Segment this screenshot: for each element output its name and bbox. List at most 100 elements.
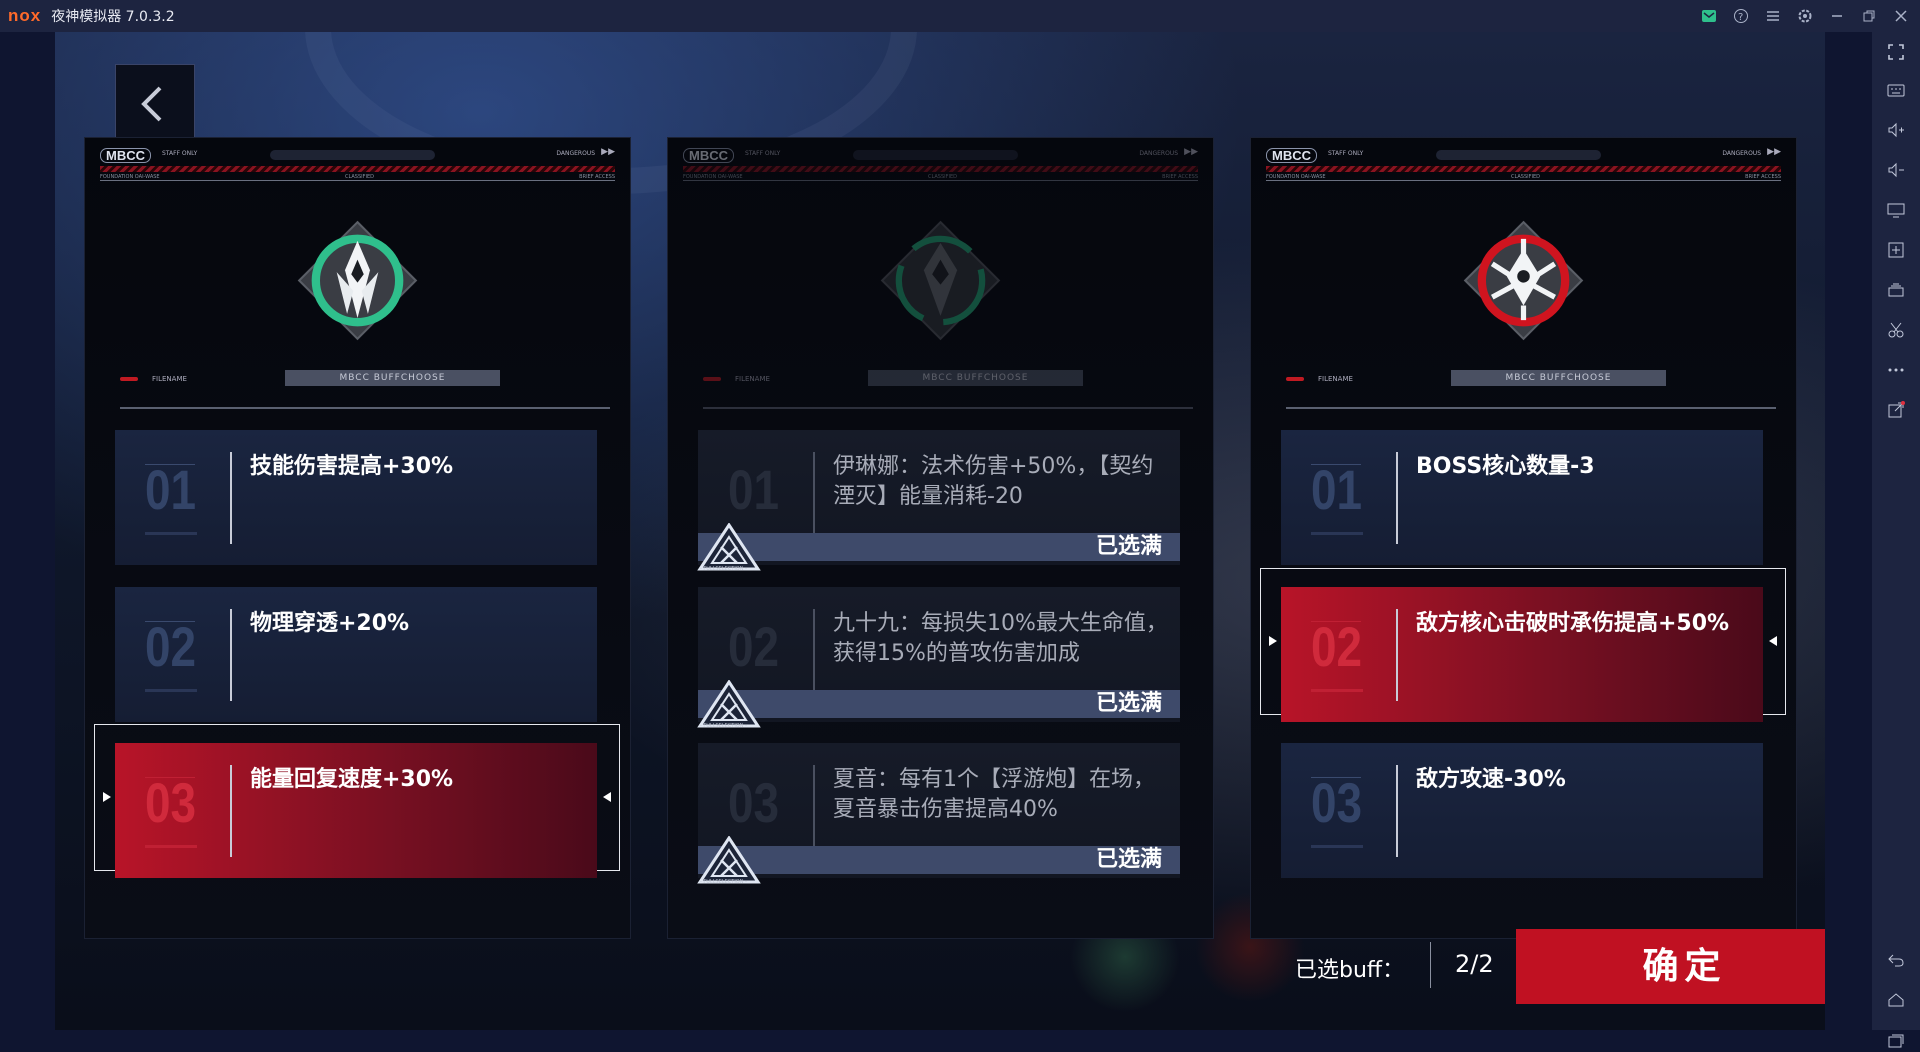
back-icon[interactable]: [1884, 948, 1908, 972]
full-caption: - FULLSELECTION -: [700, 566, 747, 572]
num-line: [1311, 532, 1363, 535]
option-divider: [1396, 609, 1398, 701]
option-number: 02: [145, 615, 197, 678]
red-dash: [120, 377, 138, 381]
selection-arrow-right-icon: [1269, 636, 1277, 646]
keyboard-icon[interactable]: [1884, 78, 1908, 102]
svg-text:?: ?: [1738, 12, 1743, 23]
red-dash: [1286, 377, 1304, 381]
full-label: 已选满: [1095, 847, 1162, 872]
option-number: 01: [145, 458, 197, 521]
mail-icon[interactable]: [1700, 7, 1718, 25]
selected-buff-count: 2/2: [1455, 950, 1494, 978]
full-label: 已选满: [1095, 691, 1162, 716]
selection-arrow-left-icon: [603, 792, 611, 802]
divider: [683, 180, 1198, 181]
option-number: 03: [728, 771, 780, 834]
divider: [1286, 407, 1776, 409]
num-line: [145, 689, 197, 692]
debuff-option-selected[interactable]: 02 敌方核心击破时承伤提高+50%: [1281, 587, 1763, 722]
option-divider: [230, 452, 232, 544]
num-line: [145, 845, 197, 848]
debuff-panel: MBCC STAFF ONLY DANGEROUS ▶▶ FOUNDATION …: [1251, 138, 1796, 938]
screenshot-icon[interactable]: [1884, 318, 1908, 342]
option-divider: [1396, 765, 1398, 857]
num-line: [145, 532, 197, 535]
menu-icon[interactable]: [1764, 7, 1782, 25]
volume-down-icon[interactable]: [1884, 158, 1908, 182]
multi-instance-icon[interactable]: [1884, 278, 1908, 302]
danger-tag: DANGEROUS: [556, 150, 595, 157]
panel-brand: MBCC: [683, 148, 734, 163]
panel-brand: MBCC: [1266, 148, 1317, 163]
option-divider: [230, 765, 232, 857]
danger-tag: DANGEROUS: [1722, 150, 1761, 157]
arrow-tag: ▶▶: [1767, 147, 1781, 157]
full-selection-bar: 已选满: [698, 533, 1180, 561]
buffchoose-label: MBCC BUFFCHOOSE: [285, 370, 500, 386]
option-text: 伊琳娜：法术伤害+50%，【契约湮灭】能量消耗-20: [833, 454, 1154, 509]
file-label: FILENAME: [735, 375, 770, 383]
option-text: 敌方攻速-30%: [1416, 767, 1566, 792]
green-buff-emblem-icon: [297, 220, 418, 341]
header-pill: [853, 150, 1018, 160]
panel-brand: MBCC: [100, 148, 151, 163]
option-divider: [1396, 452, 1398, 544]
buff-panel-full: MBCC STAFF ONLY DANGEROUS ▶▶ FOUNDATION …: [668, 138, 1213, 938]
option-number: 03: [145, 771, 197, 834]
settings-icon[interactable]: [1796, 7, 1814, 25]
staff-tag: STAFF ONLY: [1328, 150, 1364, 157]
staff-tag: STAFF ONLY: [745, 150, 781, 157]
restore-icon[interactable]: [1860, 7, 1878, 25]
buffchoose-label: MBCC BUFFCHOOSE: [868, 370, 1083, 386]
buff-option-disabled: 02 九十九：每损失10%最大生命值，获得15%的普攻伤害加成 已选满 - FU…: [697, 587, 1180, 729]
volume-up-icon[interactable]: [1884, 118, 1908, 142]
option-number: 02: [728, 615, 780, 678]
num-line: [1311, 689, 1363, 692]
home-icon[interactable]: [1884, 988, 1908, 1012]
share-icon[interactable]: [1884, 398, 1908, 422]
confirm-button[interactable]: 确定: [1516, 929, 1825, 1004]
emulator-sidebar: [1872, 32, 1920, 1048]
option-number: 01: [1311, 458, 1363, 521]
option-text: 敌方核心击破时承伤提高+50%: [1416, 611, 1730, 636]
debuff-option[interactable]: 03 敌方攻速-30%: [1281, 743, 1763, 878]
add-apk-icon[interactable]: [1884, 238, 1908, 262]
hazard-stripe: [1266, 166, 1781, 172]
screen-icon[interactable]: [1884, 198, 1908, 222]
selection-arrow-right-icon: [103, 792, 111, 802]
buff-option[interactable]: 01 技能伤害提高+30%: [115, 430, 597, 565]
divider: [703, 407, 1193, 409]
header-pill: [1436, 150, 1601, 160]
full-label: 已选满: [1095, 534, 1162, 559]
recent-apps-icon[interactable]: [1884, 1028, 1908, 1052]
buff-option[interactable]: 02 物理穿透+20%: [115, 587, 597, 722]
option-number: 03: [1311, 771, 1363, 834]
buff-option-selected[interactable]: 03 能量回复速度+30%: [115, 743, 597, 878]
debuff-option[interactable]: 01 BOSS核心数量-3: [1281, 430, 1763, 565]
arrow-tag: ▶▶: [1184, 147, 1198, 157]
option-text: 物理穿透+20%: [250, 611, 410, 636]
title-bar: nox 夜神模拟器 7.0.3.2 ?: [0, 0, 1920, 32]
option-divider: [813, 765, 815, 857]
minimize-icon[interactable]: [1828, 7, 1846, 25]
hazard-stripe: [100, 166, 615, 172]
option-text: 九十九：每损失10%最大生命值，获得15%的普攻伤害加成: [833, 611, 1168, 666]
back-button[interactable]: [115, 64, 195, 144]
close-icon[interactable]: [1892, 7, 1910, 25]
nox-logo: nox: [8, 6, 42, 25]
buff-panel: MBCC STAFF ONLY DANGEROUS ▶▶ FOUNDATION …: [85, 138, 630, 938]
option-divider: [230, 609, 232, 701]
game-viewport: MBCC STAFF ONLY DANGEROUS ▶▶ FOUNDATION …: [55, 32, 1825, 1030]
help-icon[interactable]: ?: [1732, 7, 1750, 25]
fullscreen-icon[interactable]: [1884, 40, 1908, 64]
num-line: [1311, 845, 1363, 848]
more-icon[interactable]: [1884, 358, 1908, 382]
option-text: 能量回复速度+30%: [250, 767, 454, 792]
buffchoose-label: MBCC BUFFCHOOSE: [1451, 370, 1666, 386]
red-debuff-emblem-icon: [1463, 220, 1584, 341]
full-selection-bar: 已选满: [698, 846, 1180, 874]
option-text: 夏音：每有1个【浮游炮】在场，夏音暴击伤害提高40%: [833, 767, 1155, 822]
option-number: 01: [728, 458, 780, 521]
option-number: 02: [1311, 615, 1363, 678]
